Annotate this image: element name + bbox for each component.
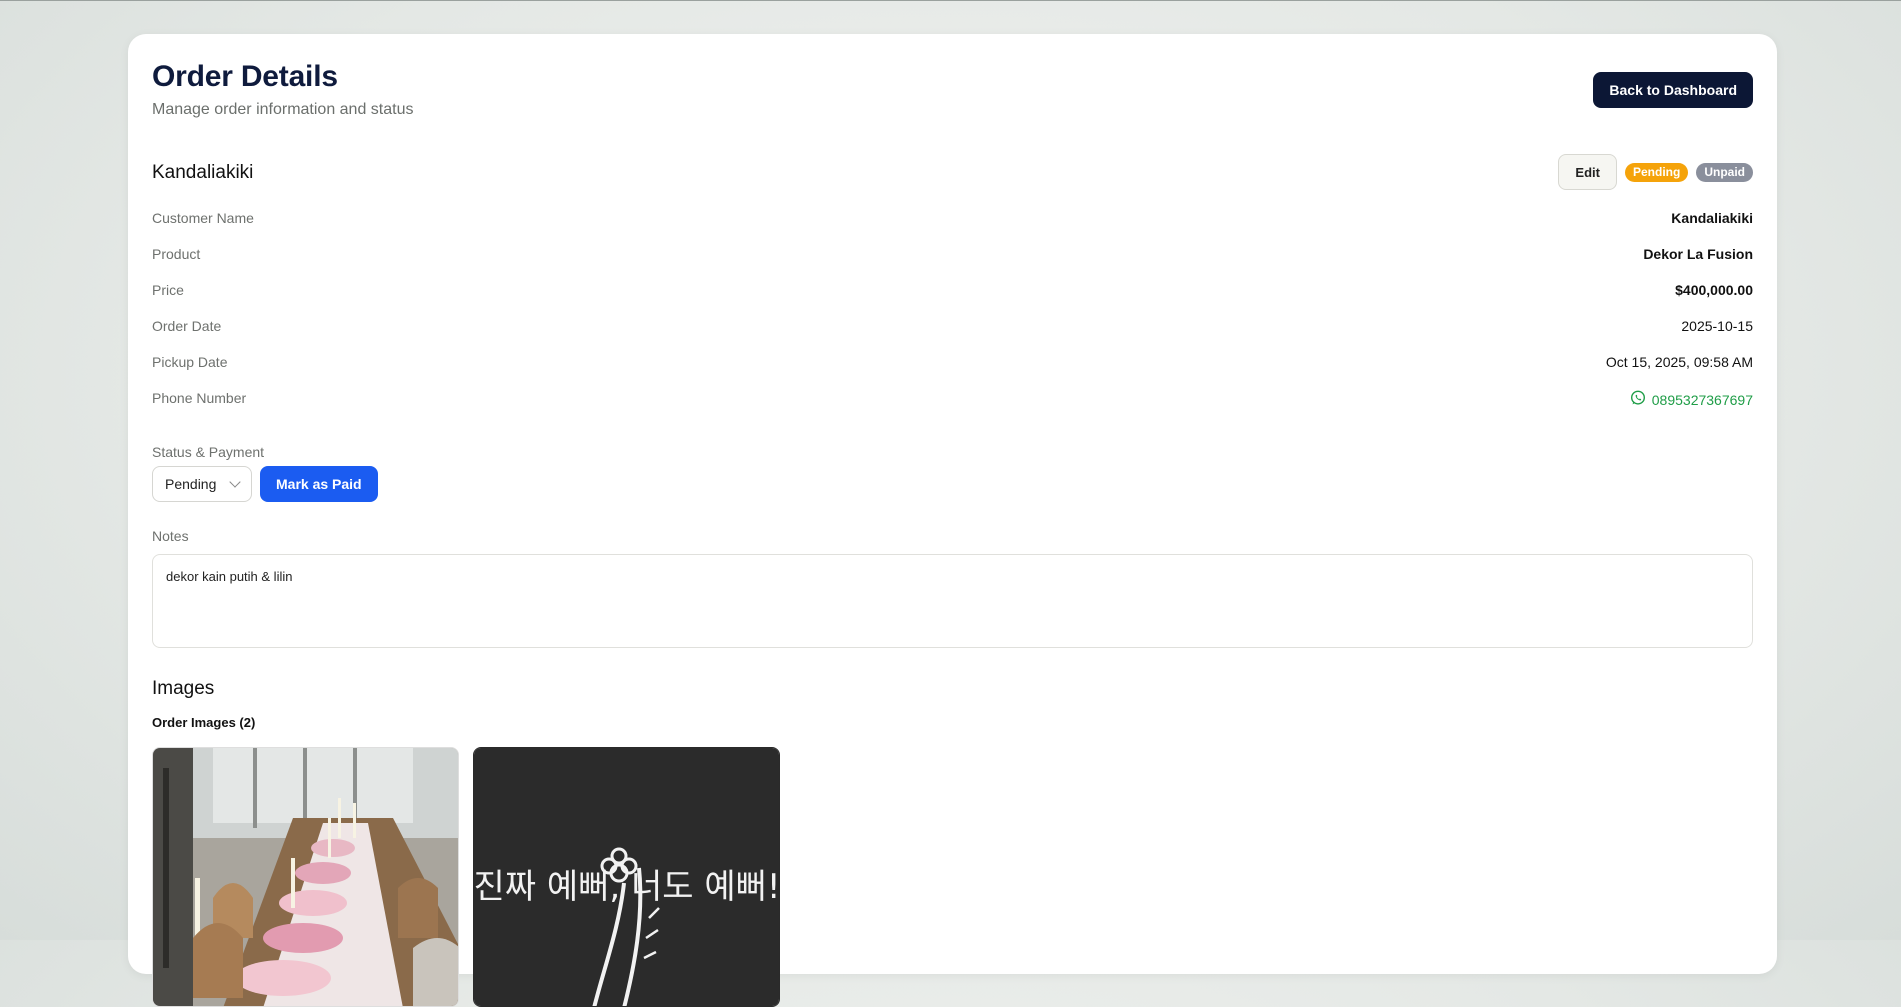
phone-number-text: 0895327367697 <box>1651 391 1753 408</box>
order-image-thumbnail[interactable] <box>152 747 459 1007</box>
order-images-gallery: 진짜 예뻐, 너도 예뻐! <box>152 747 780 1007</box>
detail-label: Order Date <box>152 318 222 334</box>
page-title: Order Details <box>152 60 338 93</box>
detail-label: Customer Name <box>152 210 254 226</box>
detail-row-pickup-date: Pickup Date Oct 15, 2025, 09:58 AM <box>152 354 1753 390</box>
back-to-dashboard-button[interactable]: Back to Dashboard <box>1593 72 1753 108</box>
detail-value: Kandaliakiki <box>1671 210 1753 226</box>
detail-label: Phone Number <box>152 390 247 406</box>
page-subtitle: Manage order information and status <box>152 101 414 118</box>
notes-label: Notes <box>152 528 189 544</box>
order-customer-heading: Kandaliakiki <box>152 162 254 183</box>
detail-row-phone-number: Phone Number 0895327367697 <box>152 390 1753 426</box>
edit-button[interactable]: Edit <box>1558 154 1617 190</box>
detail-value: Oct 15, 2025, 09:58 AM <box>1605 354 1753 370</box>
detail-row-order-date: Order Date 2025-10-15 <box>152 318 1753 354</box>
payment-badge: Unpaid <box>1696 162 1753 182</box>
detail-value: Dekor La Fusion <box>1643 246 1753 262</box>
detail-row-price: Price $400,000.00 <box>152 282 1753 318</box>
whatsapp-icon <box>1630 390 1646 409</box>
detail-row-customer-name: Customer Name Kandaliakiki <box>152 210 1753 246</box>
order-detail-list: Customer Name Kandaliakiki Product Dekor… <box>152 210 1753 426</box>
window-top-border <box>0 0 1901 1</box>
detail-value: 2025-10-15 <box>1681 318 1753 334</box>
order-images-label: Order Images (2) <box>152 715 256 730</box>
detail-label: Pickup Date <box>152 354 228 370</box>
mark-as-paid-button[interactable]: Mark as Paid <box>260 466 378 502</box>
table-decor-photo <box>153 748 458 1006</box>
detail-label: Price <box>152 282 184 298</box>
flower-lettering-photo: 진짜 예뻐, 너도 예뻐! <box>474 748 779 1006</box>
notes-field[interactable]: dekor kain putih & lilin <box>152 554 1753 648</box>
detail-row-product: Product Dekor La Fusion <box>152 246 1753 282</box>
order-header-actions: Edit Pending Unpaid <box>1558 154 1753 190</box>
status-select[interactable]: Pending <box>152 466 252 502</box>
notes-text: dekor kain putih & lilin <box>166 569 293 584</box>
order-details-card: Order Details Manage order information a… <box>128 34 1777 1007</box>
status-badge: Pending <box>1624 162 1689 182</box>
chevron-down-icon <box>229 476 241 488</box>
whatsapp-phone-link[interactable]: 0895327367697 <box>1630 390 1753 409</box>
status-payment-label: Status & Payment <box>152 444 265 460</box>
images-section-title: Images <box>152 678 215 699</box>
detail-label: Product <box>152 246 201 262</box>
detail-value: $400,000.00 <box>1675 282 1753 298</box>
status-payment-controls: Pending Mark as Paid <box>152 466 378 502</box>
order-image-thumbnail[interactable]: 진짜 예뻐, 너도 예뻐! <box>473 747 780 1007</box>
status-select-value: Pending <box>165 476 217 492</box>
